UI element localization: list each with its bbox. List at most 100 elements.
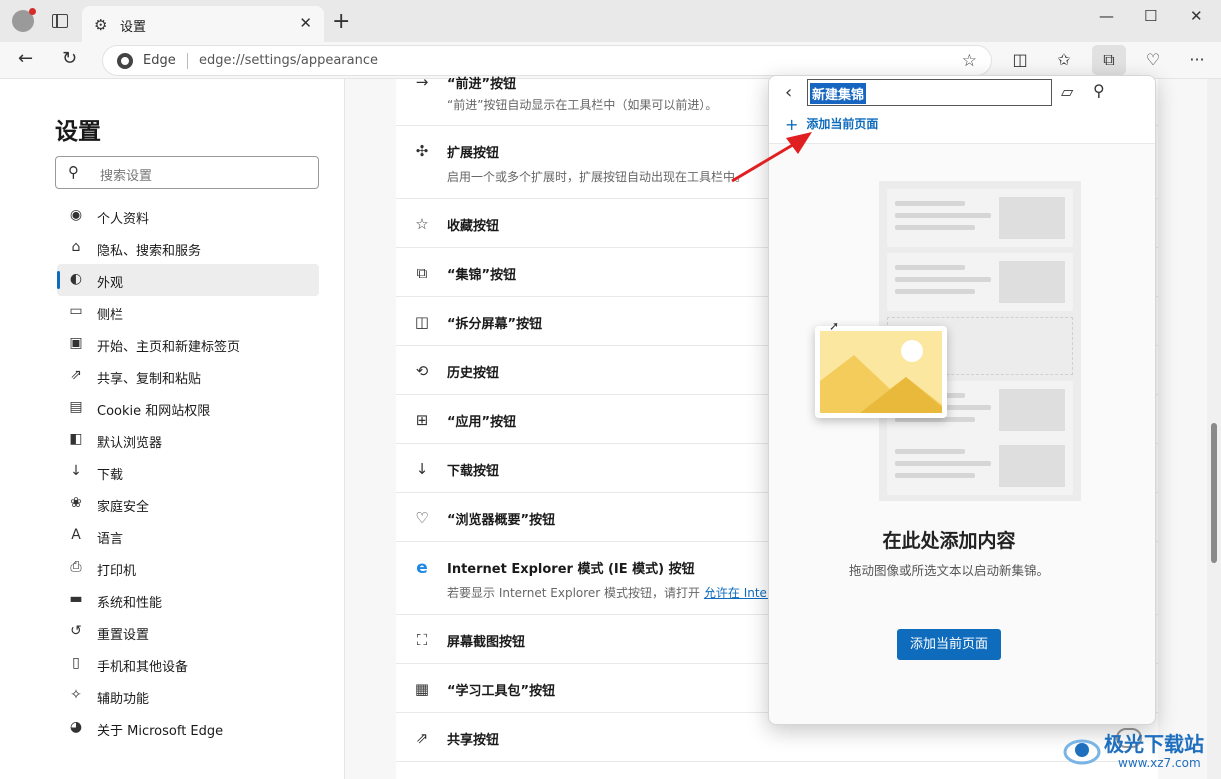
image-placeholder-icon [815,326,947,418]
add-note-icon[interactable]: ▱ [1061,82,1073,101]
add-current-page-link[interactable]: + 添加当前页面 [785,113,879,134]
description-text: “前进”按钮自动显示在工具栏中（如果可以前进）。 [447,98,718,112]
share-icon: ⇗ [415,729,429,747]
search-input[interactable]: ⚲ 搜索设置 [55,156,319,189]
more-options-icon[interactable]: ··· [1185,50,1209,69]
settings-row-title: 扩展按钮 [447,146,500,161]
tab-title: 设置 [120,20,147,35]
sidebar-item-label: 侧栏 [97,308,124,323]
apps-icon: ⊞ [415,411,429,429]
search-icon: ⚲ [68,163,79,181]
cursor-icon: ➚ [829,319,840,333]
address-label: Edge [143,53,176,68]
add-current-page-label: 添加当前页面 [806,117,879,131]
sidebar-item-label: 下载 [97,468,124,483]
home-icon: ▣ [69,335,83,351]
illustration-card [887,189,1073,247]
sidebar-item[interactable]: ▯ 手机和其他设备 [57,648,319,680]
sidebar-item[interactable]: ▬ 系统和性能 [57,584,319,616]
edge-logo-icon [117,53,133,69]
add-current-page-button[interactable]: 添加当前页面 [897,629,1001,660]
gear-icon: ⚙ [94,16,108,34]
minimize-icon[interactable]: — [1099,7,1114,25]
appearance-icon: ◐ [69,271,83,287]
collections-icon: ⧉ [416,264,428,282]
illustration-card [887,253,1073,311]
back-chevron-icon[interactable]: ‹ [785,82,792,103]
sidebar-item[interactable]: ◉ 个人资料 [57,200,319,232]
sidebar-item[interactable]: ❀ 家庭安全 [57,488,319,520]
address-url[interactable]: edge://settings/appearance [199,53,378,68]
profile-icon: ◉ [69,207,83,223]
phone-icon: ▯ [72,655,80,671]
family-icon: ❀ [70,495,82,511]
pin-icon[interactable]: ⚲ [1093,81,1105,100]
watermark-logo: 极光下载站 www.xz7.com [1062,726,1217,776]
sidebar-item[interactable]: ⌂ 隐私、搜索和服务 [57,232,319,264]
sidebar-item[interactable]: ◧ 默认浏览器 [57,424,319,456]
sidebar-item-label: 共享、复制和粘贴 [97,372,202,387]
settings-row-title: 历史按钮 [447,366,500,381]
sidebar-item-label: 默认浏览器 [97,436,163,451]
sidebar-item-label: 语言 [97,532,124,547]
sidebar-item[interactable]: ⇗ 共享、复制和粘贴 [57,360,319,392]
settings-row-title: “前进”按钮 [447,77,517,92]
add-favorite-icon[interactable]: ☆ [962,51,977,71]
favorites-icon[interactable]: ✩ [1052,50,1076,69]
sidebar-item-label: 打印机 [97,564,137,579]
close-window-icon[interactable]: ✕ [1190,7,1203,25]
browser-essentials-icon[interactable]: ♡ [1141,50,1165,69]
tab-strip: ⚙ 设置 ✕ + — ☐ ✕ [0,0,1221,42]
settings-row-title: 共享按钮 [447,733,500,748]
sidebar-item[interactable]: ⎙ 打印机 [57,552,319,584]
favorites-icon: ☆ [415,215,429,233]
close-tab-icon[interactable]: ✕ [299,14,312,32]
printer-icon: ⎙ [70,559,82,575]
sidebar-item[interactable]: ▤ Cookie 和网站权限 [57,392,319,424]
scrollbar-thumb[interactable] [1211,423,1217,563]
tab-actions-icon[interactable] [52,14,68,28]
sidebar-item[interactable]: ↓ 下载 [57,456,319,488]
sidebar-item-label: 隐私、搜索和服务 [97,244,202,259]
sidebar-item-label: 开始、主页和新建标签页 [97,340,241,355]
sidebar-item[interactable]: ▭ 侧栏 [57,296,319,328]
collection-name-input[interactable]: 新建集锦 [807,79,1052,106]
tab-settings[interactable]: ⚙ 设置 ✕ [82,6,324,42]
sidebar-item-label: 系统和性能 [97,596,163,611]
new-tab-button[interactable]: + [332,9,350,34]
maximize-icon[interactable]: ☐ [1144,7,1157,25]
lock-icon: ⌂ [71,239,81,255]
download-icon: ↓ [70,463,82,479]
refresh-icon[interactable]: ↻ [62,48,77,69]
profile-avatar[interactable] [12,8,36,32]
sidebar-item[interactable]: ✧ 辅助功能 [57,680,319,712]
search-placeholder: 搜索设置 [100,169,153,184]
flyout-header: ‹ 新建集锦 ▱ ⚲ + 添加当前页面 [769,76,1155,144]
sidebar-item[interactable]: ▣ 开始、主页和新建标签页 [57,328,319,360]
watermark-url: www.xz7.com [1118,756,1201,770]
screenshot-icon: ⛶ [416,631,428,649]
sidebar-item-label: 个人资料 [97,212,150,227]
address-divider [187,53,188,69]
collections-icon[interactable]: ⧉ [1097,50,1121,70]
settings-row-title: 收藏按钮 [447,219,500,234]
download-icon: ↓ [415,460,429,478]
sidebar-item[interactable]: A 语言 [57,520,319,552]
settings-row-title: “拆分屏幕”按钮 [447,317,543,332]
sidebar-item[interactable]: ◐ 外观 [57,264,319,296]
extension-icon: ✣ [415,142,429,160]
sidebar-item[interactable]: ◕ 关于 Microsoft Edge [57,712,319,744]
reset-icon: ↺ [70,623,82,639]
sidebar-item-label: 家庭安全 [97,500,150,515]
illustration-card [887,437,1073,495]
plus-icon: + [785,115,799,134]
sidebar-item[interactable]: ↺ 重置设置 [57,616,319,648]
empty-state-description: 拖动图像或所选文本以启动新集锦。 [849,563,1050,578]
description-text: 启用一个或多个扩展时，扩展按钮自动出现在工具栏中。 [447,170,748,184]
collections-flyout: ‹ 新建集锦 ▱ ⚲ + 添加当前页面 ➚ 在此处添加内容 拖动图像或所选文本以… [768,75,1156,725]
settings-row-title: Internet Explorer 模式 (IE 模式) 按钮 [447,562,695,577]
sidebar-item-label: 重置设置 [97,628,150,643]
split-screen-icon[interactable]: ◫ [1008,50,1032,69]
back-icon[interactable]: ← [18,48,33,69]
scrollbar[interactable] [1207,79,1221,779]
